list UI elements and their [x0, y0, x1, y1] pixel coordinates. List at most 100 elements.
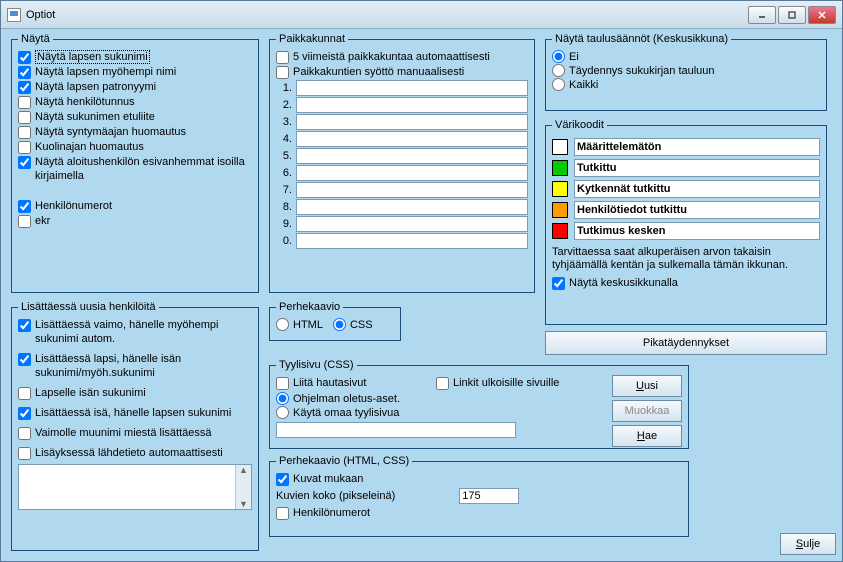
pk-num-3: 4.: [276, 133, 292, 145]
maximize-button[interactable]: [778, 6, 806, 24]
pk-num-8: 9.: [276, 218, 292, 230]
pk-input-2[interactable]: [296, 114, 528, 130]
chk-lisa-1[interactable]: [18, 353, 31, 366]
group-nayta: Näytä Näytä lapsen sukunimiNäytä lapsen …: [11, 33, 259, 293]
pk-input-4[interactable]: [296, 148, 528, 164]
pk-num-4: 5.: [276, 150, 292, 162]
color-input-4[interactable]: [574, 222, 820, 240]
radio-kaikki-wrap[interactable]: Kaikki: [552, 78, 820, 91]
color-swatch-2[interactable]: [552, 181, 568, 197]
radio-tayd-wrap[interactable]: Täydennys sukukirjan tauluun: [552, 64, 820, 77]
lbl-nayta-2: Näytä lapsen patronyymi: [35, 80, 156, 94]
lbl-nayta-extra-0: Henkilönumerot: [35, 199, 112, 213]
color-swatch-1[interactable]: [552, 160, 568, 176]
radio-oletus-wrap[interactable]: Ohjelman oletus-aset.: [276, 392, 612, 405]
radio-ei[interactable]: [552, 50, 565, 63]
radio-html-wrap[interactable]: HTML: [276, 318, 323, 331]
radio-css-wrap[interactable]: CSS: [333, 318, 373, 331]
pk-input-6[interactable]: [296, 182, 528, 198]
lbl-nayta-0: Näytä lapsen sukunimi: [35, 50, 150, 64]
scrollbar[interactable]: ▲▼: [235, 465, 251, 509]
color-input-0[interactable]: [574, 138, 820, 156]
radio-ei-wrap[interactable]: Ei: [552, 50, 820, 63]
pk-input-8[interactable]: [296, 216, 528, 232]
color-input-1[interactable]: [574, 159, 820, 177]
btn-hae[interactable]: Hae: [612, 425, 682, 447]
radio-kaikki[interactable]: [552, 78, 565, 91]
group-taulusaannot: Näytä taulusäännöt (Keskusikkuna) Ei Täy…: [545, 33, 827, 111]
pk-input-0[interactable]: [296, 80, 528, 96]
chk-nayta-7[interactable]: [18, 156, 31, 169]
chk-nayta-2[interactable]: [18, 81, 31, 94]
chk-nayta-6[interactable]: [18, 141, 31, 154]
lbl-lisa-0: Lisättäessä vaimo, hänelle myöhempi suku…: [35, 318, 252, 346]
chk-nayta-extra-1[interactable]: [18, 215, 31, 228]
group-lisattaessa: Lisättäessä uusia henkilöitä Lisättäessä…: [11, 301, 259, 551]
radio-oma-wrap[interactable]: Käytä omaa tyylisivua: [276, 406, 612, 419]
btn-pika[interactable]: Pikatäydennykset: [545, 331, 827, 355]
minimize-button[interactable]: [748, 6, 776, 24]
radio-html[interactable]: [276, 318, 289, 331]
chk-auto5[interactable]: [276, 51, 289, 64]
legend-nayta: Näytä: [18, 33, 53, 45]
chk-kuvat[interactable]: [276, 473, 289, 486]
lbl-nayta-7: Näytä aloitushenkilön esivanhemmat isoil…: [35, 155, 252, 183]
app-icon: [7, 8, 21, 22]
pk-input-1[interactable]: [296, 97, 528, 113]
chk-henk2[interactable]: [276, 507, 289, 520]
pk-input-5[interactable]: [296, 165, 528, 181]
pk-num-2: 3.: [276, 116, 292, 128]
pk-num-1: 2.: [276, 99, 292, 111]
lbl-henk2: Henkilönumerot: [293, 506, 370, 520]
pk-input-3[interactable]: [296, 131, 528, 147]
lbl-nayta-1: Näytä lapsen myöhempi nimi: [35, 65, 176, 79]
legend-paikkakunnat: Paikkakunnat: [276, 33, 348, 45]
chk-nayta-4[interactable]: [18, 111, 31, 124]
chk-lisa-4[interactable]: [18, 427, 31, 440]
chk-liita[interactable]: [276, 377, 289, 390]
chk-nayta-3[interactable]: [18, 96, 31, 109]
chk-nayta-0[interactable]: [18, 51, 31, 64]
group-perhekaavio2: Perhekaavio (HTML, CSS) Kuvat mukaan Kuv…: [269, 455, 689, 537]
lbl-nayta-4: Näytä sukunimen etuliite: [35, 110, 155, 124]
chk-nayta-5[interactable]: [18, 126, 31, 139]
lbl-nayta-extra-1: ekr: [35, 214, 50, 228]
pk-num-6: 7.: [276, 184, 292, 196]
color-swatch-0[interactable]: [552, 139, 568, 155]
color-input-3[interactable]: [574, 201, 820, 219]
window-title: Optiot: [26, 9, 748, 21]
tyylisivu-path-input[interactable]: [276, 422, 516, 438]
chk-keskus[interactable]: [552, 277, 565, 290]
radio-css[interactable]: [333, 318, 346, 331]
lbl-keskus: Näytä keskusikkunalla: [569, 276, 678, 290]
legend-perhekaavio2: Perhekaavio (HTML, CSS): [276, 455, 412, 467]
chk-nayta-extra-0[interactable]: [18, 200, 31, 213]
pk-num-9: 0.: [276, 235, 292, 247]
close-button[interactable]: [808, 6, 836, 24]
color-swatch-4[interactable]: [552, 223, 568, 239]
color-input-2[interactable]: [574, 180, 820, 198]
chk-lisa-3[interactable]: [18, 407, 31, 420]
btn-muokkaa[interactable]: Muokkaa: [612, 400, 682, 422]
btn-sulje[interactable]: Sulje: [780, 533, 836, 555]
chk-manual[interactable]: [276, 66, 289, 79]
radio-oletus[interactable]: [276, 392, 289, 405]
pk-input-9[interactable]: [296, 233, 528, 249]
lbl-nayta-5: Näytä syntymäajan huomautus: [35, 125, 186, 139]
chk-nayta-1[interactable]: [18, 66, 31, 79]
chk-linkit[interactable]: [436, 377, 449, 390]
titlebar[interactable]: Optiot: [1, 1, 842, 29]
chk-lisa-5[interactable]: [18, 447, 31, 460]
chk-lisa-2[interactable]: [18, 387, 31, 400]
radio-oma[interactable]: [276, 406, 289, 419]
lbl-lisa-2: Lapselle isän sukunimi: [35, 386, 146, 400]
pk-num-5: 6.: [276, 167, 292, 179]
color-swatch-3[interactable]: [552, 202, 568, 218]
lbl-nayta-3: Näytä henkilötunnus: [35, 95, 135, 109]
pk-input-7[interactable]: [296, 199, 528, 215]
btn-uusi[interactable]: Uusi: [612, 375, 682, 397]
radio-tayd[interactable]: [552, 64, 565, 77]
input-koko[interactable]: [459, 488, 519, 504]
lisattaessa-textarea[interactable]: ▲▼: [18, 464, 252, 510]
chk-lisa-0[interactable]: [18, 319, 31, 332]
